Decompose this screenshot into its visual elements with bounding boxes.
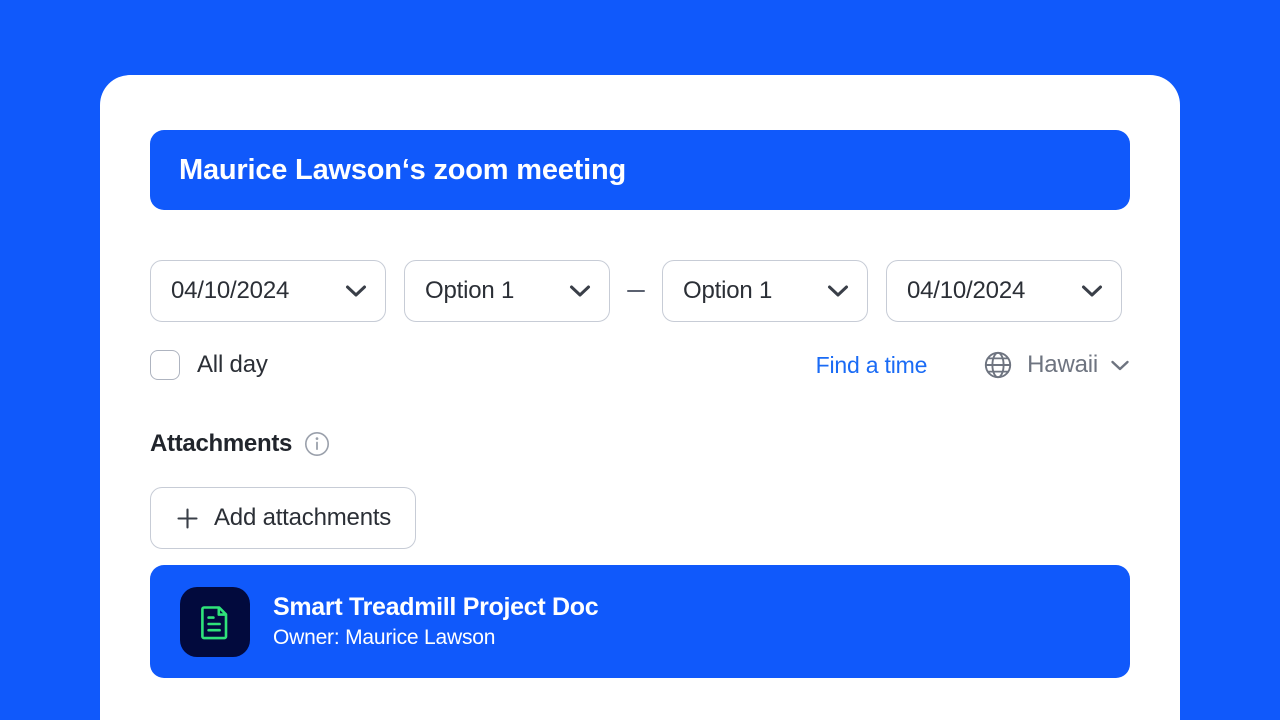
meeting-title-text: Maurice Lawson‘s zoom meeting (179, 153, 627, 186)
attachment-list-item[interactable]: Smart Treadmill Project Doc Owner: Mauri… (150, 565, 1130, 678)
attachment-text-block: Smart Treadmill Project Doc Owner: Mauri… (273, 592, 599, 651)
chevron-down-icon (827, 284, 849, 298)
globe-icon (983, 350, 1013, 380)
time-range-separator (610, 289, 662, 293)
attachment-owner: Owner: Maurice Lawson (273, 626, 496, 650)
end-time-value: Option 1 (683, 277, 773, 304)
chevron-down-icon (1110, 359, 1130, 372)
chevron-down-icon (1081, 284, 1103, 298)
end-date-dropdown[interactable]: 04/10/2024 (886, 260, 1122, 322)
meeting-title-bar[interactable]: Maurice Lawson‘s zoom meeting (150, 130, 1130, 210)
start-date-value: 04/10/2024 (171, 277, 290, 304)
end-date-value: 04/10/2024 (907, 277, 1026, 304)
timezone-dropdown[interactable]: Hawaii (983, 350, 1130, 380)
chevron-down-icon (345, 284, 367, 298)
meeting-modal-card: Maurice Lawson‘s zoom meeting 04/10/2024… (100, 75, 1180, 720)
all-day-row: All day Find a time Hawaii (150, 343, 1130, 387)
attachments-section-title: Attachments (150, 430, 293, 457)
all-day-label: All day (197, 351, 268, 378)
schedule-actions: Find a time Hawaii (816, 350, 1130, 380)
add-attachments-button[interactable]: Add attachments (150, 487, 417, 549)
timezone-label: Hawaii (1027, 351, 1098, 378)
app-background: Maurice Lawson‘s zoom meeting 04/10/2024… (0, 0, 1280, 720)
start-date-dropdown[interactable]: 04/10/2024 (150, 260, 386, 322)
all-day-checkbox[interactable] (150, 350, 180, 380)
plus-icon (175, 506, 200, 531)
info-icon[interactable] (292, 431, 330, 457)
datetime-row: 04/10/2024 Option 1 Option 1 04/10/2024 (150, 258, 1130, 324)
document-file-icon (180, 586, 250, 657)
find-a-time-link[interactable]: Find a time (816, 352, 928, 379)
chevron-down-icon (569, 284, 591, 298)
start-time-value: Option 1 (425, 277, 515, 304)
end-time-dropdown[interactable]: Option 1 (662, 260, 868, 322)
attachments-header: Attachments (150, 430, 330, 458)
all-day-toggle[interactable]: All day (150, 350, 268, 380)
start-time-dropdown[interactable]: Option 1 (404, 260, 610, 322)
attachment-name: Smart Treadmill Project Doc (273, 592, 599, 621)
add-attachments-label: Add attachments (214, 504, 392, 531)
